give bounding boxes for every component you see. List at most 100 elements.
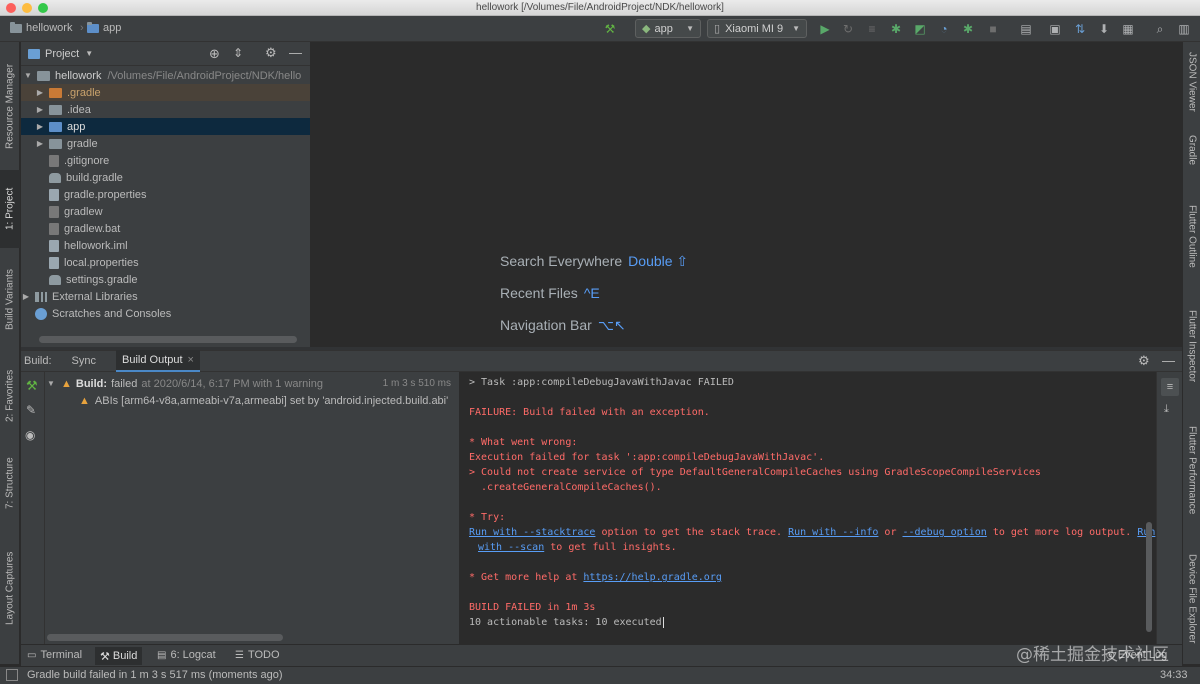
sdk-manager-icon[interactable]: ⬇ [1096,21,1112,37]
warning-icon: ▲ [79,394,90,407]
settings-panel-icon[interactable]: ▥ [1176,21,1192,37]
gradle-elephant-icon [49,172,61,183]
help-link[interactable]: https://help.gradle.org [583,572,721,583]
info-link[interactable]: Run with --info [788,527,878,538]
breadcrumb-project[interactable]: hellowork [10,21,72,34]
tab-flutter-outline[interactable]: Flutter Outline [1183,192,1200,280]
tab-structure[interactable]: 7: Structure [0,444,20,522]
tree-item-app[interactable]: ▶ app [21,118,310,135]
status-message[interactable]: Gradle build failed in 1 m 3 s 517 ms (m… [27,669,283,681]
tab-sync[interactable]: Sync [72,355,96,367]
hide-panel-icon[interactable]: — [289,45,302,60]
tab-flutter-performance-label: Flutter Performance [1186,425,1198,515]
build-duration: 1 m 3 s 510 ms [382,378,451,389]
coverage-icon[interactable]: ◩ [912,21,928,37]
gear-icon[interactable]: ⚙ [265,45,277,61]
hide-panel-icon[interactable]: — [1162,353,1175,368]
build-side-toolbar: ⚒ ✎ ◉ [21,372,45,644]
debug-link[interactable]: --debug option [903,527,987,538]
chevron-down-icon[interactable]: ▼ [85,49,93,58]
locate-file-icon[interactable]: ⊕ [209,46,220,62]
tree-item-gitignore[interactable]: .gitignore [21,152,310,169]
tree-item-settings-gradle[interactable]: settings.gradle [21,271,310,288]
caret-position[interactable]: 34:33 [1160,669,1188,681]
tab-project[interactable]: 1: Project [0,170,20,248]
vertical-scrollbar[interactable] [1146,522,1152,632]
apply-changes-icon[interactable]: ≡ [864,21,880,37]
tab-build-output[interactable]: Build Output × [116,350,200,372]
tree-item-gradle-dir[interactable]: ▶ .gradle [21,84,310,101]
horizontal-scrollbar[interactable] [39,336,297,343]
tree-item-idea[interactable]: ▶ .idea [21,101,310,118]
tree-item-scratches[interactable]: Scratches and Consoles [21,305,310,322]
tab-json-viewer[interactable]: JSON Viewer [1183,48,1200,116]
rebuild-hammer-icon[interactable]: ⚒ [26,378,38,394]
tree-item-gradlew-bat[interactable]: gradlew.bat [21,220,310,237]
sync-gradle-icon[interactable]: ⇅ [1072,21,1088,37]
debug-icon[interactable]: ✱ [888,21,904,37]
text-caret [662,617,664,628]
horizontal-scrollbar[interactable] [47,634,283,641]
tree-item-gradlew[interactable]: gradlew [21,203,310,220]
tree-item-build-gradle[interactable]: build.gradle [21,169,310,186]
run-icon[interactable]: ▶ [817,21,833,37]
scan-link[interactable]: with --scan [478,542,544,553]
scroll-to-end-icon[interactable]: ⤓ [1164,403,1169,416]
gear-icon[interactable]: ⚙ [1138,353,1150,369]
build-console-output[interactable]: > Task :app:compileDebugJavaWithJavac FA… [460,372,1156,644]
gradle-elephant-icon [49,274,61,285]
tree-item-external-libraries[interactable]: ▶ External Libraries [21,288,310,305]
pin-icon[interactable]: ✎ [26,403,36,417]
rerun-icon[interactable]: ↻ [840,21,856,37]
todo-icon: ☰ [235,649,244,661]
project-view-select[interactable]: Project [45,48,79,60]
tree-item-gradle-properties[interactable]: gradle.properties [21,186,310,203]
tab-terminal[interactable]: ▭ Terminal [27,649,82,661]
tab-build[interactable]: ⚒ Build [95,647,143,665]
tool-windows-toggle-icon[interactable] [6,669,18,681]
tab-layout-captures[interactable]: Layout Captures [0,538,20,638]
tab-gradle[interactable]: Gradle [1183,124,1200,176]
build-result-row[interactable]: ▼ ▲ Build: failed at 2020/6/14, 6:17 PM … [47,375,457,392]
tree-item-local-properties[interactable]: local.properties [21,254,310,271]
eye-icon[interactable]: ◉ [25,428,35,442]
run-config-label: app [654,22,673,35]
make-project-hammer-icon[interactable]: ⚒ [602,21,618,37]
hint-navigation-bar: Navigation Bar ⌥↖ [500,317,626,334]
folder-icon [37,70,50,81]
search-icon[interactable]: ⌕ [1152,21,1168,37]
tab-build-variants[interactable]: Build Variants [0,254,20,346]
terminal-icon: ▭ [27,649,37,661]
avd-manager-icon[interactable]: ▣ [1047,21,1063,37]
tab-favorites[interactable]: 2: Favorites [0,360,20,432]
soft-wrap-icon[interactable]: ≡ [1161,378,1179,396]
profile-icon[interactable]: ◔ [936,21,952,37]
folder-icon [49,87,62,98]
tab-device-file-explorer[interactable]: Device File Explorer [1183,546,1200,652]
run-config-select[interactable]: ◆ app ▼ [635,19,701,38]
tree-root[interactable]: ▼ hellowork /Volumes/File/AndroidProject… [21,67,310,84]
tab-todo[interactable]: ☰ TODO [235,649,280,661]
project-structure-icon[interactable]: ▤ [1018,21,1034,37]
breadcrumb-module-label: app [103,22,122,34]
tab-flutter-inspector[interactable]: Flutter Inspector [1183,298,1200,394]
device-select[interactable]: ▯ Xiaomi MI 9 ▼ [707,19,807,38]
console-line: > Task :app:compileDebugJavaWithJavac FA… [469,377,734,388]
layout-inspector-icon[interactable]: ▦ [1120,21,1136,37]
tree-item-gradle[interactable]: ▶ gradle [21,135,310,152]
tab-resource-manager[interactable]: Resource Manager [0,46,20,166]
warning-text: ABIs [arm64-v8a,armeabi-v7a,armeabi] set… [94,394,449,407]
breadcrumb-module[interactable]: app [87,21,122,34]
tab-flutter-performance[interactable]: Flutter Performance [1183,410,1200,530]
collapse-all-icon[interactable]: ⇕ [233,46,243,60]
tab-logcat[interactable]: ▤ 6: Logcat [157,649,216,661]
warning-row[interactable]: ▲ ABIs [arm64-v8a,armeabi-v7a,armeabi] s… [79,392,459,409]
stacktrace-link[interactable]: Run with --stacktrace [469,527,595,538]
close-icon[interactable]: × [188,354,194,366]
tree-item-iml[interactable]: hellowork.iml [21,237,310,254]
attach-debugger-icon[interactable]: ✱ [960,21,976,37]
tree-item-label: hellowork.iml [64,239,128,252]
stop-icon[interactable]: ■ [985,21,1001,37]
logcat-icon: ▤ [157,649,167,661]
left-tool-window-strip: Resource Manager 1: Project Build Varian… [0,42,20,664]
